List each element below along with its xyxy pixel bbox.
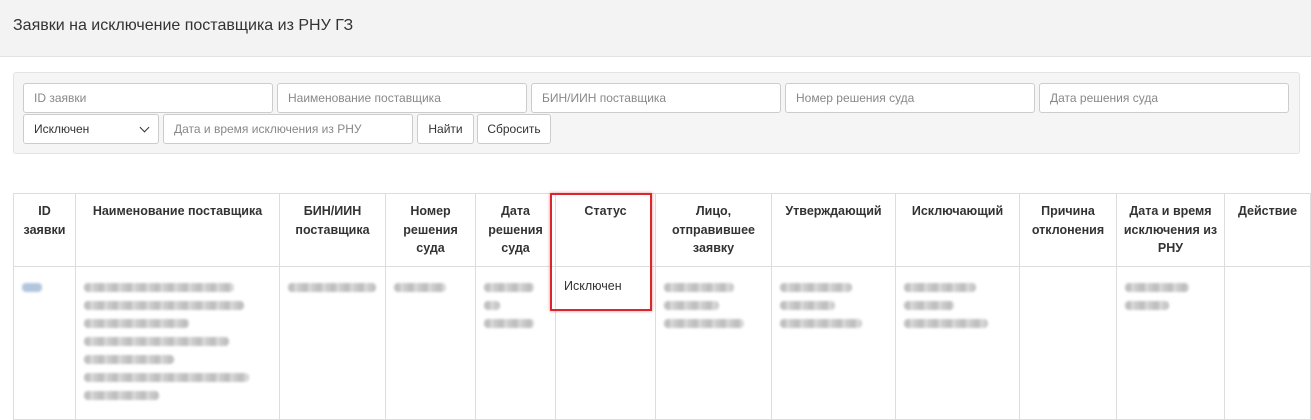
redacted-text [84, 372, 249, 382]
redacted-text [780, 300, 835, 310]
table-row: Исключен [13, 265, 1311, 420]
cell-status: Исключен [555, 265, 656, 420]
redacted-text [84, 390, 159, 400]
redacted-text [84, 336, 229, 346]
reset-button[interactable]: Сбросить [477, 114, 551, 144]
filter-panel: Исключен Найти Сбросить [13, 72, 1300, 154]
column-header-exclusion-datetime[interactable]: Дата и время исключения из РНУ [1116, 193, 1225, 267]
column-header-excluder[interactable]: Исключающий [895, 193, 1020, 267]
redacted-text [84, 354, 174, 364]
redacted-text [484, 318, 534, 328]
redacted-text [288, 282, 376, 292]
requests-table: ID заявки Наименование поставщика БИН/ИИ… [13, 193, 1311, 420]
redacted-text [904, 300, 954, 310]
id-filter-input[interactable] [23, 83, 273, 113]
column-header-action: Действие [1224, 193, 1311, 267]
court-decision-date-filter-input[interactable] [1039, 83, 1289, 113]
cell-id[interactable] [13, 265, 76, 420]
column-header-id[interactable]: ID заявки [13, 193, 76, 267]
page-title: Заявки на исключение поставщика из РНУ Г… [13, 17, 354, 34]
cell-action [1224, 265, 1311, 420]
bin-filter-input[interactable] [531, 83, 781, 113]
redacted-text [664, 282, 734, 292]
column-header-bin[interactable]: БИН/ИИН поставщика [279, 193, 386, 267]
redacted-text [84, 300, 244, 310]
supplier-name-filter-input[interactable] [277, 83, 527, 113]
column-header-supplier-name[interactable]: Наименование поставщика [75, 193, 280, 267]
chevron-down-icon [139, 122, 150, 132]
table-header-row: ID заявки Наименование поставщика БИН/ИИ… [13, 193, 1311, 267]
find-button[interactable]: Найти [417, 114, 474, 144]
cell-excluder [895, 265, 1020, 420]
redacted-text [84, 282, 234, 292]
redacted-text [1125, 282, 1189, 292]
redacted-text [780, 318, 862, 328]
status-value: Исключен [564, 278, 622, 293]
redacted-text [484, 282, 534, 292]
redacted-text [394, 282, 446, 292]
status-filter-value: Исключен [34, 122, 90, 136]
cell-submitter [655, 265, 772, 420]
redacted-id-link[interactable] [22, 282, 42, 292]
redacted-text [664, 318, 744, 328]
column-header-rejection-reason[interactable]: Причина отклонения [1019, 193, 1117, 267]
cell-exclusion-datetime [1116, 265, 1225, 420]
redacted-text [780, 282, 852, 292]
redacted-text [904, 282, 976, 292]
column-header-court-decision-date[interactable]: Дата решения суда [475, 193, 556, 267]
column-header-status[interactable]: Статус [555, 193, 656, 267]
cell-approver [771, 265, 896, 420]
column-header-approver[interactable]: Утверждающий [771, 193, 896, 267]
redacted-text [664, 300, 719, 310]
redacted-text [1125, 300, 1169, 310]
redacted-text [904, 318, 988, 328]
column-header-court-decision-number[interactable]: Номер решения суда [385, 193, 476, 267]
cell-supplier-name [75, 265, 280, 420]
cell-rejection-reason [1019, 265, 1117, 420]
status-filter-select[interactable]: Исключен [23, 114, 159, 144]
requests-table-wrap: ID заявки Наименование поставщика БИН/ИИ… [13, 193, 1311, 420]
redacted-text [484, 300, 500, 310]
column-header-submitter[interactable]: Лицо, отправившее заявку [655, 193, 772, 267]
exclusion-datetime-filter-input[interactable] [163, 114, 413, 144]
cell-court-decision-date [475, 265, 556, 420]
court-decision-number-filter-input[interactable] [785, 83, 1035, 113]
cell-bin [279, 265, 386, 420]
page-header: Заявки на исключение поставщика из РНУ Г… [0, 0, 1311, 57]
cell-court-decision-number [385, 265, 476, 420]
redacted-text [84, 318, 189, 328]
